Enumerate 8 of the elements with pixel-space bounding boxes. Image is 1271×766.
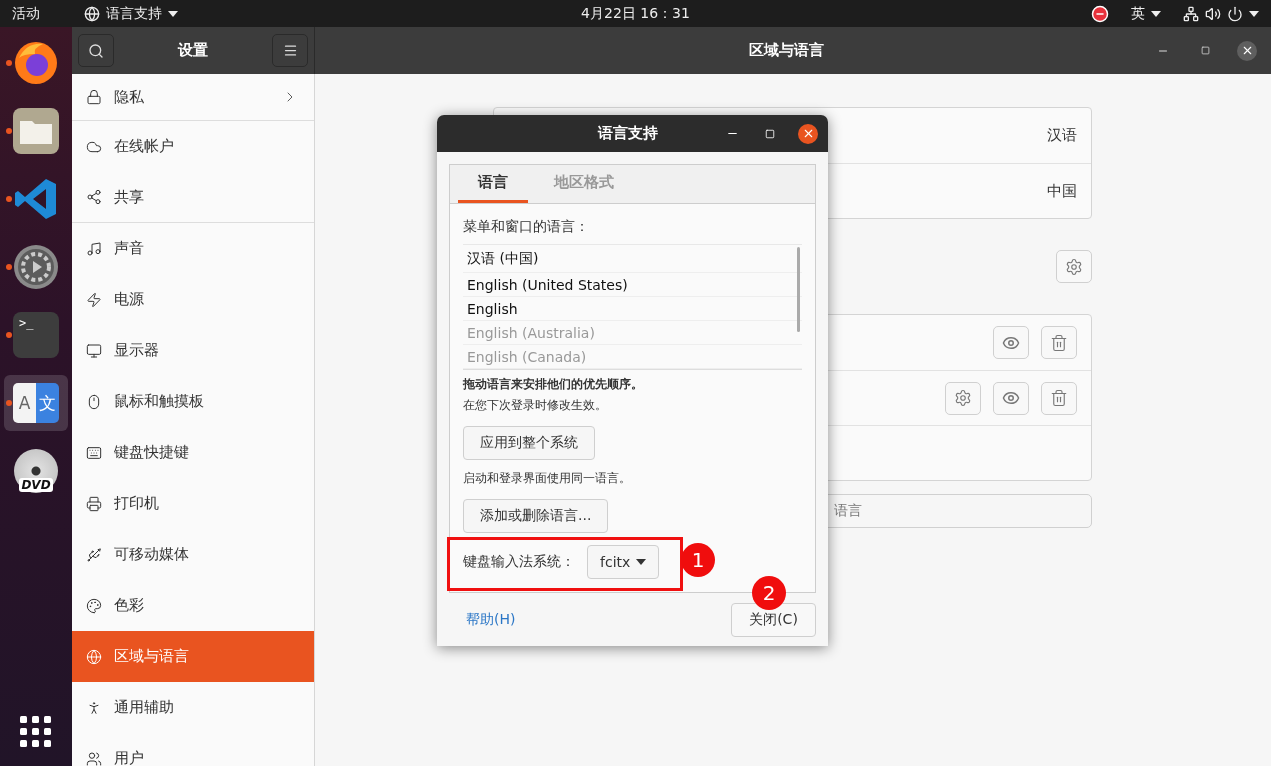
drag-hint: 拖动语言来安排他们的优先顺序。 [463,376,643,393]
login-screen-hint: 启动和登录界面使用同一语言。 [463,470,631,487]
dialog-title: 语言支持 [597,124,658,143]
login-hint: 在您下次登录时修改生效。 [463,397,607,414]
list-label: 菜单和窗口的语言： [463,218,589,236]
window-title: 区域与语言 [748,41,824,60]
sidebar-title: 设置 [178,41,208,60]
keyboard-label: 键盘输入法系统： [463,553,575,571]
